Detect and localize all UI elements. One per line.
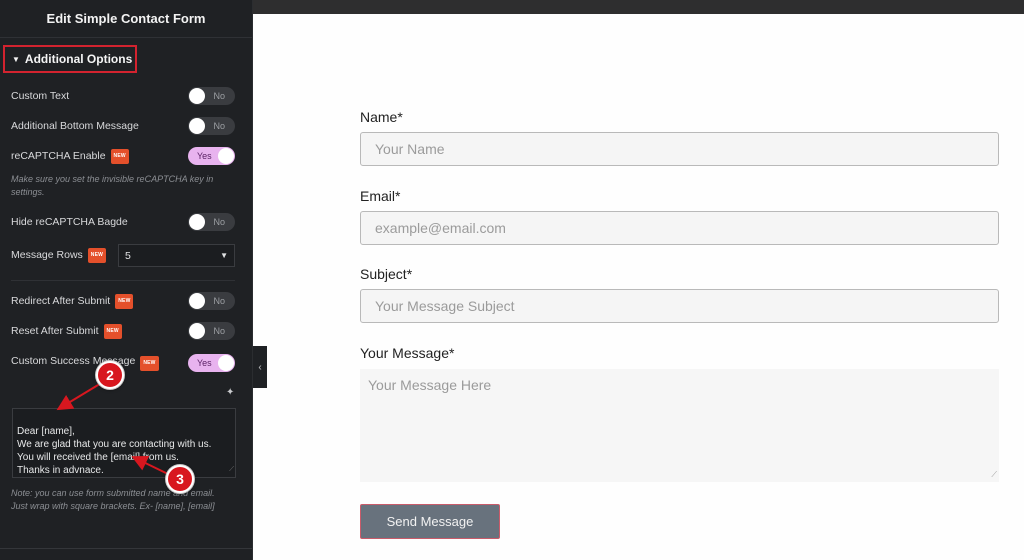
label-text: Reset After Submit <box>11 324 99 337</box>
toggle-state: Yes <box>197 151 212 161</box>
name-input[interactable]: Your Name <box>360 132 999 166</box>
additional-options-section[interactable]: ▼ Additional Options <box>3 45 137 73</box>
toggle-state: Yes <box>197 358 212 368</box>
toggle-knob <box>189 323 205 339</box>
sidebar-title: Edit Simple Contact Form <box>0 0 252 38</box>
toggle-state: No <box>213 121 225 131</box>
caret-down-icon: ▼ <box>12 54 20 64</box>
control-label: Additional Bottom Message <box>11 119 139 132</box>
label-text: Redirect After Submit <box>11 294 111 307</box>
toggle-knob <box>189 88 205 104</box>
control-redirect-after-submit: Redirect After Submit NEW No <box>11 292 235 310</box>
reset-after-submit-toggle[interactable]: No <box>188 322 235 340</box>
toggle-state: No <box>213 296 225 306</box>
new-badge: NEW <box>87 248 107 263</box>
email-label: Email* <box>360 188 401 204</box>
placeholder: Your Message Here <box>368 377 492 393</box>
custom-success-message-toggle[interactable]: Yes <box>188 354 235 372</box>
chevron-left-icon: ‹ <box>258 361 262 373</box>
toggle-state: No <box>213 91 225 101</box>
redirect-after-submit-toggle[interactable]: No <box>188 292 235 310</box>
resize-handle-icon[interactable]: ⟋ <box>991 470 997 480</box>
subject-input[interactable]: Your Message Subject <box>360 289 999 323</box>
message-textarea[interactable]: Your Message Here ⟋ <box>360 369 999 482</box>
custom-text-toggle[interactable]: No <box>188 87 235 105</box>
label-text: reCAPTCHA Enable <box>11 149 106 162</box>
toggle-knob <box>218 148 234 164</box>
control-message-rows: Message Rows NEW 5 ▼ <box>11 244 235 267</box>
control-additional-bottom-message: Additional Bottom Message No <box>11 117 235 135</box>
email-input[interactable]: example@email.com <box>360 211 999 245</box>
ai-sparkle-icon[interactable]: ✦ <box>226 387 234 398</box>
placeholder: example@email.com <box>375 220 506 236</box>
select-value: 5 <box>125 249 131 262</box>
control-label: Hide reCAPTCHA Bagde <box>11 215 128 228</box>
control-label: Custom Text <box>11 89 70 102</box>
toggle-state: No <box>213 217 225 227</box>
subject-label: Subject* <box>360 266 413 282</box>
control-label: Message Rows NEW <box>11 248 118 263</box>
preview-top-bar <box>253 0 1024 14</box>
control-hide-recaptcha-badge: Hide reCAPTCHA Bagde No <box>11 213 235 231</box>
resize-handle-icon[interactable]: ⟋ <box>229 463 234 476</box>
toggle-knob <box>189 293 205 309</box>
new-badge: NEW <box>103 323 122 339</box>
recaptcha-hint: Make sure you set the invisible reCAPTCH… <box>11 174 214 197</box>
control-label: Redirect After Submit NEW <box>11 293 188 309</box>
new-badge: NEW <box>110 148 129 164</box>
divider <box>11 280 235 281</box>
control-reset-after-submit: Reset After Submit NEW No <box>11 322 235 340</box>
collapse-panel-button[interactable]: ‹ <box>253 346 267 388</box>
placeholder: Your Name <box>375 141 445 157</box>
hide-recaptcha-badge-toggle[interactable]: No <box>188 213 235 231</box>
editor-sidebar: Edit Simple Contact Form ▼ Additional Op… <box>0 0 253 560</box>
control-label: Reset After Submit NEW <box>11 323 188 339</box>
toggle-knob <box>218 355 234 371</box>
control-label: reCAPTCHA Enable NEW <box>11 148 188 164</box>
new-badge: NEW <box>140 355 159 371</box>
control-recaptcha-enable: reCAPTCHA Enable NEW Yes <box>11 147 235 165</box>
send-message-button[interactable]: Send Message <box>360 504 500 539</box>
recaptcha-enable-toggle[interactable]: Yes <box>188 147 235 165</box>
annotation-marker-3: 3 <box>166 465 194 493</box>
success-message-note: Note: you can use form submitted name an… <box>11 488 215 511</box>
label-text: Message Rows <box>11 249 83 261</box>
annotation-marker-2: 2 <box>96 361 124 389</box>
toggle-knob <box>189 214 205 230</box>
additional-bottom-message-toggle[interactable]: No <box>188 117 235 135</box>
divider <box>0 548 252 549</box>
message-rows-select[interactable]: 5 ▼ <box>118 244 235 267</box>
toggle-state: No <box>213 326 225 336</box>
dropdown-arrow-icon: ▼ <box>220 251 228 260</box>
success-message-textarea[interactable]: Dear [name], We are glad that you are co… <box>12 408 236 478</box>
toggle-knob <box>189 118 205 134</box>
placeholder: Your Message Subject <box>375 298 515 314</box>
name-label: Name* <box>360 109 403 125</box>
editor-root: Edit Simple Contact Form ▼ Additional Op… <box>0 0 1024 560</box>
new-badge: NEW <box>115 293 134 309</box>
message-label: Your Message* <box>360 345 455 361</box>
section-title-label: Additional Options <box>24 52 133 66</box>
control-custom-text: Custom Text No <box>11 87 235 105</box>
